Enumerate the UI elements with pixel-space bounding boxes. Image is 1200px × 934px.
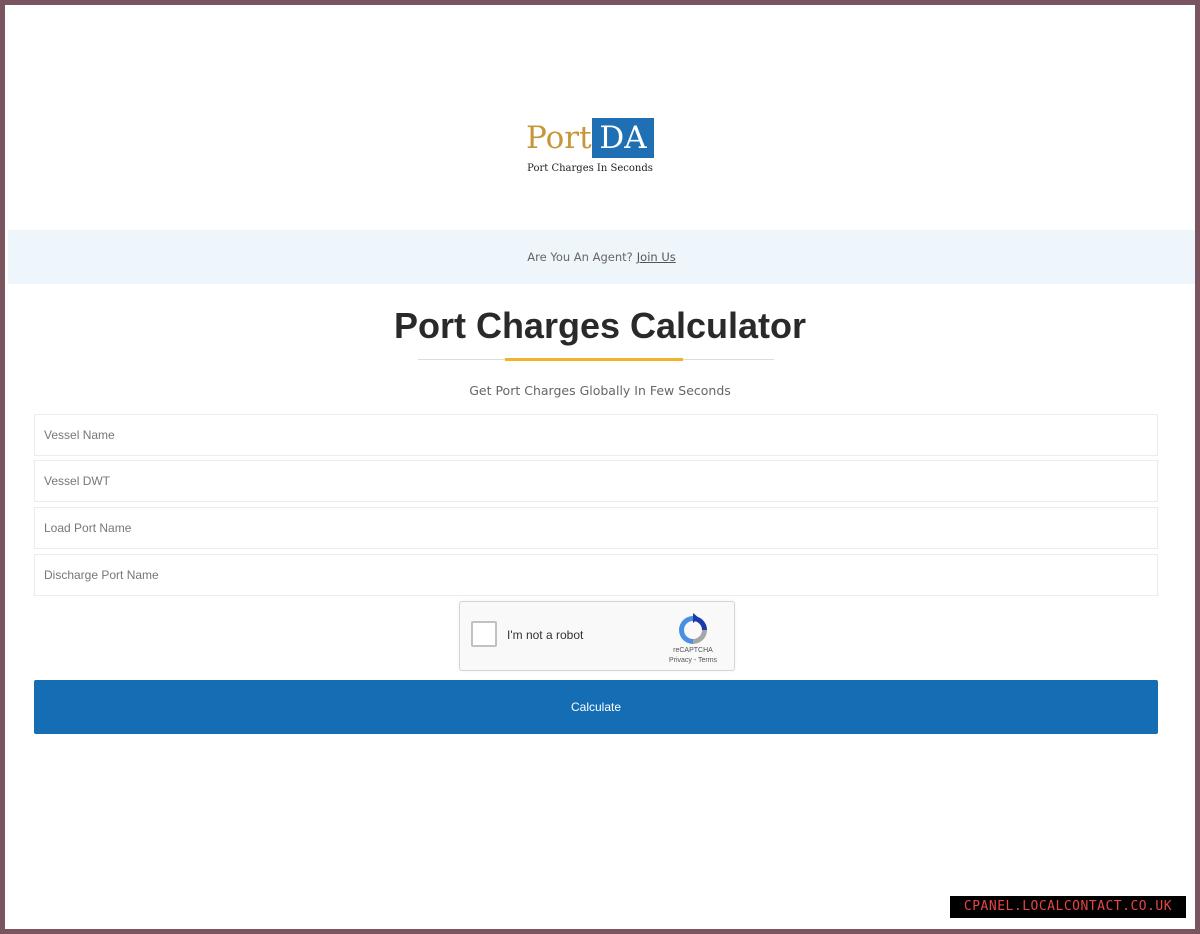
- vessel-dwt-input[interactable]: [34, 460, 1158, 502]
- site-watermark: CPANEL.LOCALCONTACT.CO.UK: [950, 896, 1186, 918]
- logo-word-da: DA: [592, 118, 654, 158]
- recaptcha-label: I'm not a robot: [507, 628, 584, 642]
- recaptcha-checkbox[interactable]: [471, 621, 497, 647]
- agent-question: Are You An Agent?: [527, 250, 633, 264]
- recaptcha-terms-link[interactable]: Privacy - Terms: [665, 657, 721, 664]
- recaptcha-brand: reCAPTCHA: [673, 647, 713, 654]
- discharge-port-input[interactable]: [34, 554, 1158, 596]
- page-subtitle: Get Port Charges Globally In Few Seconds: [469, 383, 731, 398]
- page-frame: Port DA Port Charges In Seconds Are You …: [5, 5, 1195, 929]
- logo-tagline: Port Charges In Seconds: [527, 163, 653, 174]
- page-title: Port Charges Calculator: [393, 305, 807, 346]
- portda-logo[interactable]: Port DA Port Charges In Seconds: [526, 118, 666, 180]
- title-accent-bar: [505, 358, 683, 361]
- recaptcha-icon: [679, 613, 707, 644]
- recaptcha-widget: I'm not a robot reCAPTCHA Privacy - Term…: [459, 601, 735, 671]
- vessel-name-input[interactable]: [34, 414, 1158, 456]
- join-us-link[interactable]: Join Us: [637, 250, 676, 264]
- calculate-button[interactable]: Calculate: [34, 680, 1158, 734]
- agent-banner: Are You An Agent? Join Us: [8, 230, 1195, 284]
- logo-word-port: Port: [526, 120, 592, 156]
- load-port-input[interactable]: [34, 507, 1158, 549]
